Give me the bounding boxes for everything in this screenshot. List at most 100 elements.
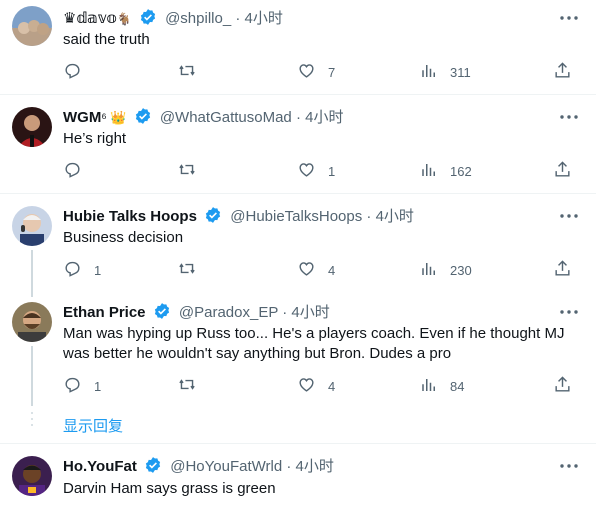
avatar[interactable] — [12, 107, 52, 147]
author-handle[interactable]: @shpillo_ — [165, 10, 231, 27]
tweet-text: said the truth — [63, 31, 150, 48]
tweet-text: He’s right — [63, 130, 127, 147]
more-options-icon[interactable] — [558, 302, 580, 322]
views-chart-icon — [420, 376, 438, 397]
like-count: 1 — [328, 163, 336, 179]
share-icon — [553, 160, 572, 182]
share-icon — [553, 375, 572, 397]
views-chart-icon — [420, 62, 438, 83]
retweet-icon — [177, 375, 197, 397]
tweet-text: Business decision — [63, 229, 184, 246]
thread-connector-line — [31, 346, 33, 406]
view-count: 162 — [450, 163, 472, 179]
tweet-text: Man was hyping up Russ too... He's a pla… — [63, 325, 565, 362]
tweet[interactable]: Hubie Talks Hoops @HubieTalksHoops · 4小时… — [0, 194, 596, 292]
avatar[interactable] — [12, 302, 52, 342]
like-button[interactable]: 7 — [297, 62, 335, 82]
timestamp[interactable]: 4小时 — [376, 208, 414, 225]
reply-button[interactable] — [63, 161, 94, 181]
retweet-button[interactable] — [177, 260, 209, 280]
reply-button[interactable]: 1 — [63, 260, 101, 280]
author-handle[interactable]: @HubieTalksHoops — [230, 208, 362, 225]
author-handle[interactable]: @HoYouFatWrld — [170, 458, 282, 475]
verified-badge-icon — [204, 206, 222, 230]
tweet[interactable]: Ho.YouFat @HoYouFatWrld · 4小时 Darvin Ham… — [0, 444, 596, 505]
view-count: 84 — [450, 378, 465, 394]
like-button[interactable]: 4 — [297, 260, 335, 280]
like-count: 7 — [328, 64, 336, 80]
share-icon — [553, 259, 572, 281]
tweet[interactable]: ♛𝕕𝕒𝕧𝕠🐐 @shpillo_ · 4小时 said the truth 7 … — [0, 0, 596, 95]
views-button[interactable]: 84 — [420, 376, 464, 396]
timestamp[interactable]: 4小时 — [296, 458, 334, 475]
avatar[interactable] — [12, 206, 52, 246]
reply-button[interactable]: 1 — [63, 376, 101, 396]
share-button[interactable] — [553, 376, 572, 396]
timestamp[interactable]: 4小时 — [305, 109, 343, 126]
reply-icon — [63, 160, 82, 182]
retweet-button[interactable] — [177, 161, 209, 181]
author-name[interactable]: Ethan Price — [63, 304, 146, 321]
tweet[interactable]: WGM⁶ 👑 @WhatGattusoMad · 4小时 He’s right … — [0, 95, 596, 194]
more-options-icon[interactable] — [558, 8, 580, 28]
verified-badge-icon — [134, 107, 152, 131]
name-emoji: ⁶ 👑 — [101, 110, 127, 125]
avatar[interactable] — [12, 6, 52, 46]
reply-icon — [63, 375, 82, 397]
views-button[interactable]: 311 — [420, 62, 471, 82]
retweet-button[interactable] — [177, 376, 209, 396]
tweet[interactable]: Ethan Price @Paradox_EP · 4小时 Man was hy… — [0, 292, 596, 404]
separator-dot: · — [366, 208, 372, 225]
views-chart-icon — [420, 260, 438, 281]
tweet-actions: 1 4 84 — [63, 376, 583, 396]
separator-dot: · — [282, 304, 288, 321]
avatar[interactable] — [12, 456, 52, 496]
views-chart-icon — [420, 161, 438, 182]
thread-connector-line — [31, 250, 33, 297]
heart-icon — [297, 259, 316, 281]
verified-badge-icon — [139, 8, 157, 32]
thread-dots — [30, 412, 34, 430]
share-icon — [553, 61, 572, 83]
reply-button[interactable] — [63, 62, 94, 82]
verified-badge-icon — [153, 302, 171, 326]
reply-icon — [63, 259, 82, 281]
like-count: 4 — [328, 262, 336, 278]
reply-count: 1 — [94, 378, 102, 394]
retweet-icon — [177, 160, 197, 182]
reply-count: 1 — [94, 262, 102, 278]
more-options-icon[interactable] — [558, 206, 580, 226]
retweet-icon — [177, 259, 197, 281]
timestamp[interactable]: 4小时 — [291, 304, 329, 321]
views-button[interactable]: 230 — [420, 260, 472, 280]
show-replies-link[interactable]: 显示回复 — [63, 415, 123, 436]
author-name[interactable]: Ho.YouFat — [63, 458, 137, 475]
like-button[interactable]: 4 — [297, 376, 335, 396]
tweet-text: Darvin Ham says grass is green — [63, 480, 276, 497]
author-name[interactable]: ♛𝕕𝕒𝕧𝕠 — [63, 10, 117, 27]
retweet-icon — [177, 61, 197, 83]
view-count: 311 — [450, 64, 471, 80]
author-handle[interactable]: @Paradox_EP — [179, 304, 278, 321]
name-emoji: 🐐 — [116, 12, 132, 26]
share-button[interactable] — [553, 161, 572, 181]
more-options-icon[interactable] — [558, 456, 580, 476]
author-handle[interactable]: @WhatGattusoMad — [160, 109, 292, 126]
like-count: 4 — [328, 378, 336, 394]
separator-dot: · — [286, 458, 292, 475]
more-options-icon[interactable] — [558, 107, 580, 127]
heart-icon — [297, 61, 316, 83]
timestamp[interactable]: 4小时 — [245, 10, 283, 27]
tweet-actions: 1 4 230 — [63, 260, 583, 280]
share-button[interactable] — [553, 260, 572, 280]
separator-dot: · — [295, 109, 301, 126]
views-button[interactable]: 162 — [420, 161, 472, 181]
retweet-button[interactable] — [177, 62, 209, 82]
reply-icon — [63, 61, 82, 83]
verified-badge-icon — [144, 456, 162, 480]
like-button[interactable]: 1 — [297, 161, 335, 181]
share-button[interactable] — [553, 62, 572, 82]
author-name[interactable]: Hubie Talks Hoops — [63, 208, 197, 225]
author-name[interactable]: WGM — [63, 109, 101, 126]
heart-icon — [297, 160, 316, 182]
